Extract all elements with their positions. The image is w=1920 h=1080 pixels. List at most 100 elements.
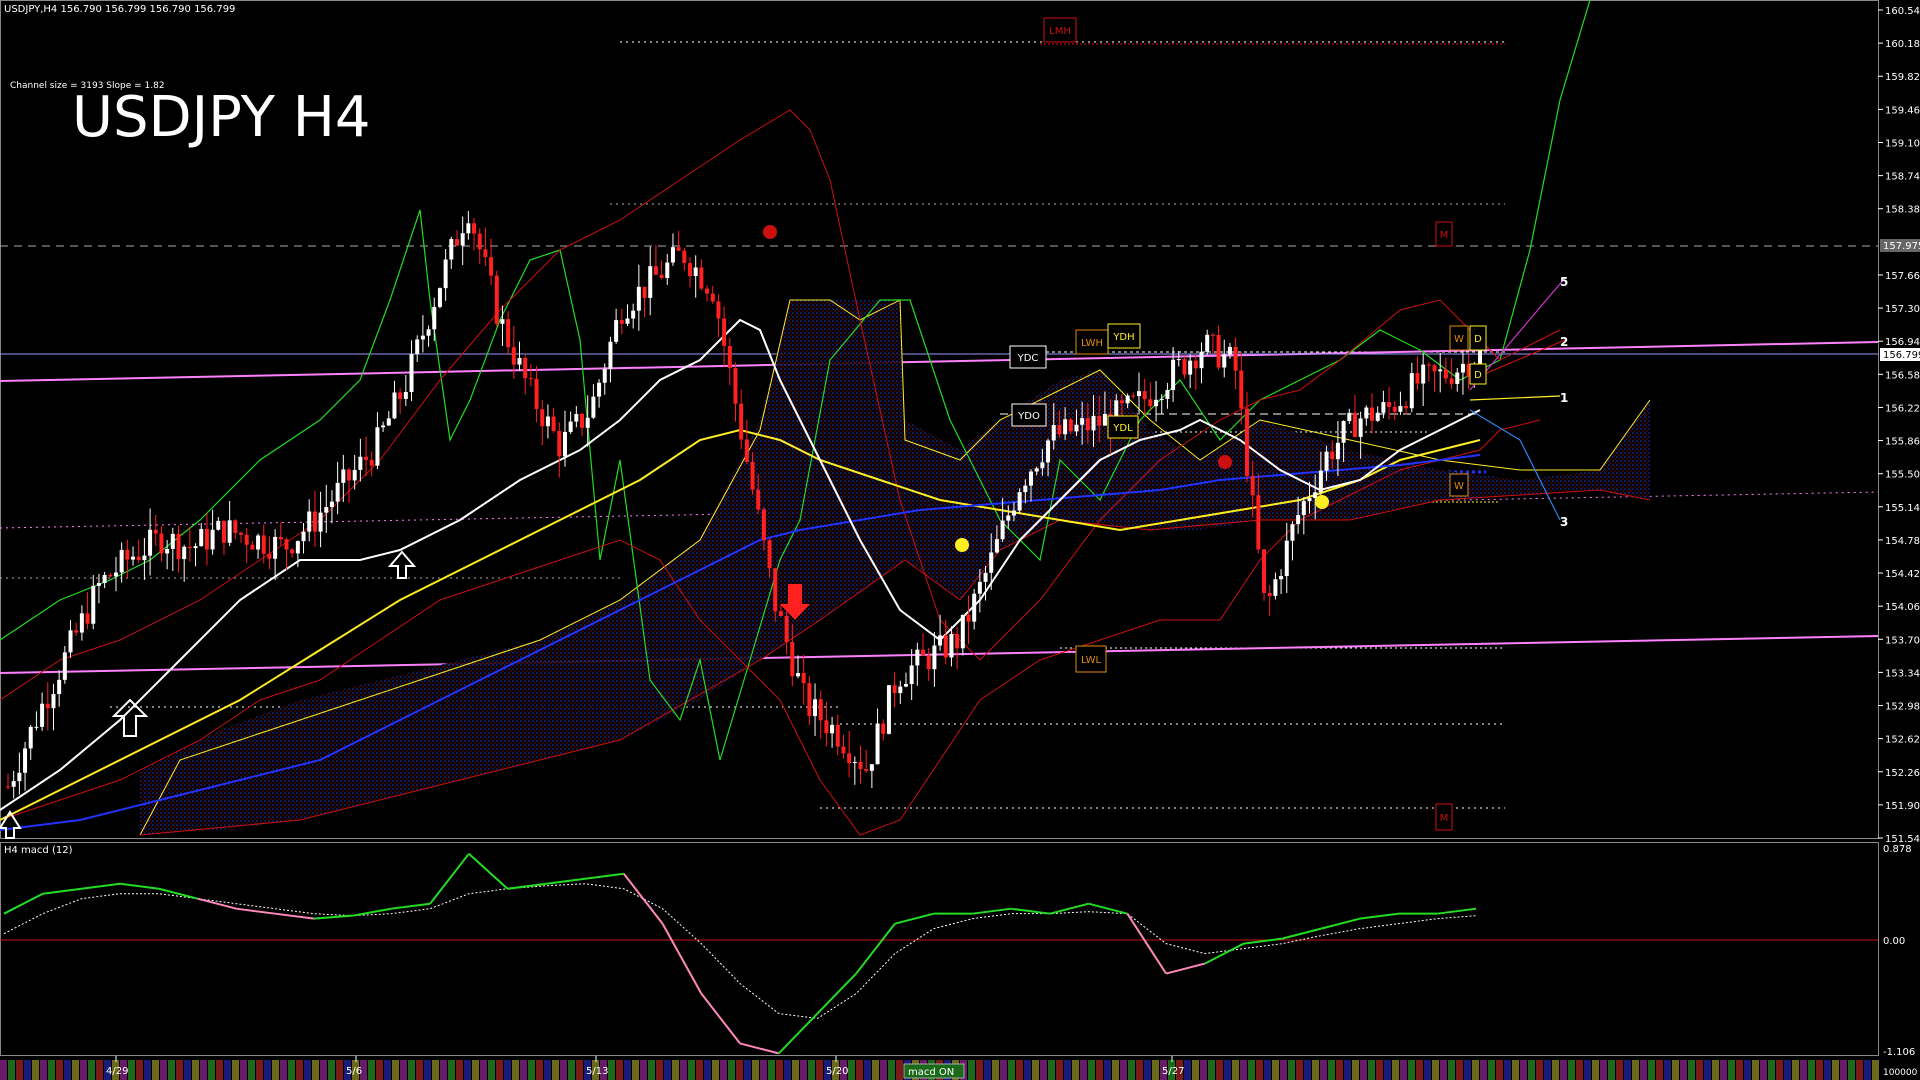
time-strip-cell: [280, 1060, 287, 1080]
candle-body: [233, 520, 238, 533]
time-strip-cell: [736, 1060, 743, 1080]
candle-body: [938, 635, 943, 646]
time-strip-cell: [1128, 1060, 1135, 1080]
time-strip-cell: [1752, 1060, 1759, 1080]
time-strip-cell: [680, 1060, 687, 1080]
candle-body: [1085, 418, 1090, 431]
time-strip-cell: [1152, 1060, 1159, 1080]
candle-body: [614, 320, 619, 342]
time-strip-cell: [1600, 1060, 1607, 1080]
candle-body: [523, 357, 528, 379]
candle-body: [318, 512, 323, 532]
time-strip-cell: [1688, 1060, 1695, 1080]
candle-body: [477, 233, 482, 250]
candle-body: [409, 353, 414, 393]
time-strip-cell: [1344, 1060, 1351, 1080]
candle-body: [756, 489, 761, 510]
candle-body: [85, 613, 90, 624]
candle-body: [17, 772, 22, 782]
price-tick-label: 159.100: [1885, 138, 1920, 149]
candle-body: [864, 769, 869, 771]
time-strip-cell: [752, 1060, 759, 1080]
macd-axis-bottom: -1.106: [1883, 1047, 1915, 1058]
candle-body: [773, 568, 778, 612]
time-strip-cell: [760, 1060, 767, 1080]
time-strip-cell: [376, 1060, 383, 1080]
macd-axis-zero: 0.00: [1883, 936, 1905, 947]
candle-body: [74, 630, 79, 633]
time-strip-cell: [24, 1060, 31, 1080]
candle-body: [1387, 402, 1392, 407]
time-label: 4/29: [106, 1066, 128, 1077]
candle-body: [91, 585, 96, 624]
candle-body: [517, 357, 522, 365]
time-strip-cell: [1400, 1060, 1407, 1080]
candle-body: [824, 720, 829, 734]
time-strip-cell: [1032, 1060, 1039, 1080]
candle-body: [852, 761, 857, 764]
time-strip-cell: [176, 1060, 183, 1080]
candle-body: [420, 335, 425, 340]
candle-body: [506, 319, 511, 348]
candle-body: [795, 672, 800, 677]
time-strip-cell: [1408, 1060, 1415, 1080]
time-strip-cell: [1392, 1060, 1399, 1080]
time-strip-cell: [1656, 1060, 1663, 1080]
time-strip-cell: [720, 1060, 727, 1080]
candle-body: [972, 593, 977, 622]
candle-body: [1131, 395, 1136, 397]
candle-body: [915, 649, 920, 666]
time-strip-cell: [1184, 1060, 1191, 1080]
candle-body: [955, 634, 960, 649]
time-strip-cell: [1624, 1060, 1631, 1080]
time-strip-cell: [1816, 1060, 1823, 1080]
candle-body: [290, 549, 295, 554]
candle-body: [472, 223, 477, 234]
time-strip-cell: [1240, 1060, 1247, 1080]
candle-body: [159, 533, 164, 554]
time-strip-cell: [1248, 1060, 1255, 1080]
candle-body: [381, 425, 386, 428]
time-strip-cell: [1008, 1060, 1015, 1080]
candle-body: [568, 421, 573, 432]
candle-body: [449, 239, 454, 260]
candle-body: [483, 249, 488, 258]
time-strip-cell: [1568, 1060, 1575, 1080]
time-strip-cell: [1832, 1060, 1839, 1080]
candle-body: [659, 274, 664, 278]
candle-body: [34, 726, 39, 728]
candle-body: [1216, 334, 1221, 368]
time-strip-cell: [696, 1060, 703, 1080]
candle-body: [57, 679, 62, 695]
time-strip-cell: [1216, 1060, 1223, 1080]
candle-body: [398, 392, 403, 399]
time-strip-cell: [248, 1060, 255, 1080]
candle-body: [602, 368, 607, 383]
candle-body: [511, 347, 516, 365]
candle-body: [244, 534, 249, 545]
time-strip-cell: [1608, 1060, 1615, 1080]
candle-body: [153, 529, 158, 534]
candle-body: [1063, 419, 1068, 435]
candle-body: [977, 581, 982, 594]
time-strip-cell: [256, 1060, 263, 1080]
time-strip-cell: [896, 1060, 903, 1080]
candle-body: [943, 635, 948, 658]
candle-body: [1381, 402, 1386, 413]
candle-body: [23, 748, 28, 773]
time-strip-cell: [1200, 1060, 1207, 1080]
time-strip-cell: [704, 1060, 711, 1080]
candle-body: [551, 416, 556, 432]
candle-body: [1205, 334, 1210, 352]
candle-body: [273, 536, 278, 559]
candle-body: [28, 726, 33, 749]
price-tick-label: 155.500: [1885, 470, 1920, 481]
candle-body: [869, 764, 874, 771]
candle-body: [216, 520, 221, 530]
time-strip-cell: [1368, 1060, 1375, 1080]
candle-body: [51, 694, 56, 709]
time-strip-cell: [1736, 1060, 1743, 1080]
candle-body: [580, 413, 585, 428]
candle-body: [534, 378, 539, 410]
candle-body: [835, 724, 840, 747]
